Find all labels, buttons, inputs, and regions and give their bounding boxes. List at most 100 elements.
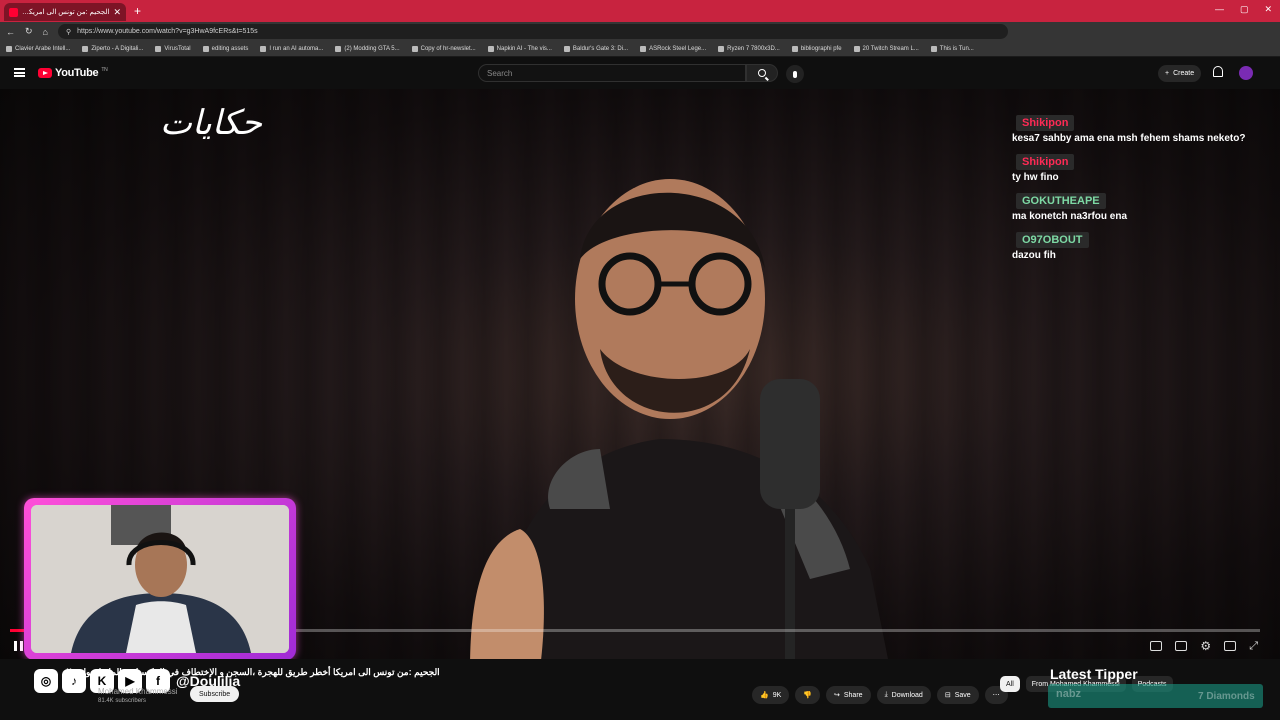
tiktok-icon: ♪	[62, 669, 86, 693]
bookmark-item[interactable]: Ryzen 7 7800x3D...	[718, 45, 780, 52]
instagram-icon: ◎	[34, 669, 58, 693]
search-button[interactable]	[746, 64, 778, 82]
bookmark-favicon-icon	[791, 45, 798, 52]
thumbs-down-icon: 👎	[803, 692, 812, 699]
bookmark-item[interactable]: Clavier Arabe Intell...	[6, 45, 71, 52]
voice-search-button[interactable]	[786, 65, 804, 83]
bookmark-item[interactable]: (2) Modding GTA 5...	[335, 45, 400, 52]
tipper-amount: 7 Diamonds	[1198, 691, 1255, 702]
reload-icon[interactable]: ↻	[25, 26, 33, 37]
chat-username: Shikipon	[1016, 115, 1075, 131]
bookmark-item[interactable]: Baldur's Gate 3: Di...	[563, 45, 629, 52]
bookmark-item[interactable]: This is Tun...	[930, 45, 974, 52]
youtube-favicon-icon	[9, 7, 18, 17]
account-avatar[interactable]	[1239, 66, 1253, 80]
subscribe-button[interactable]: Subscribe	[190, 686, 240, 702]
create-label: Create	[1173, 70, 1195, 77]
plus-icon: +	[1165, 70, 1170, 77]
bookmark-favicon-icon	[563, 45, 570, 52]
share-button[interactable]: ↪ Share	[826, 686, 871, 704]
settings-gear-icon[interactable]: ⚙	[1200, 639, 1211, 653]
close-tab-icon[interactable]: ✕	[113, 7, 121, 18]
address-bar[interactable]: ⚲ https://www.youtube.com/watch?v=g3HwA9…	[57, 24, 1008, 39]
tipper-name: nabz	[1056, 688, 1082, 700]
back-icon[interactable]: ←	[6, 27, 15, 37]
minimize-icon[interactable]: —	[1215, 4, 1224, 15]
save-button[interactable]: ⊟ Save	[936, 686, 979, 704]
dislike-button[interactable]: 👎	[795, 686, 820, 704]
bookmark-item[interactable]: Ziperto - A Digitali...	[82, 45, 143, 52]
bookmarks-bar: Clavier Arabe Intell... Ziperto - A Digit…	[0, 41, 1280, 57]
address-toolbar: ← ↻ ⌂ ⚲ https://www.youtube.com/watch?v=…	[0, 22, 1280, 41]
bookmark-label: I run an AI automa...	[269, 45, 324, 52]
search-input[interactable]: Search	[478, 64, 746, 82]
share-icon: ↪	[834, 692, 840, 699]
browser-tab-bar: الجحيم :من تونس الى امريكا أ... ✕ + — ▢ …	[0, 0, 1280, 22]
bookmark-favicon-icon	[6, 45, 12, 52]
browser-tab[interactable]: الجحيم :من تونس الى امريكا أ... ✕	[4, 3, 126, 21]
autoplay-toggle-icon[interactable]	[1150, 641, 1163, 651]
bookmark-item[interactable]: 20 Twitch Stream L...	[853, 45, 919, 52]
bookmark-item[interactable]: Napkin AI - The vis...	[487, 45, 552, 52]
like-count: 9K	[772, 691, 782, 699]
chat-message: Shikipon kesa7 sahby ama ena msh fehem sh…	[1006, 113, 1276, 144]
download-label: Download	[891, 691, 923, 699]
notifications-bell-icon[interactable]	[1213, 66, 1223, 77]
bookmark-label: Ryzen 7 7800x3D...	[727, 45, 780, 52]
hamburger-menu-icon[interactable]	[14, 68, 25, 77]
subscriber-count: 81.4K subscribers	[98, 698, 147, 704]
site-info-icon[interactable]: ⚲	[66, 28, 71, 36]
video-actions: 👍 9K 👎 ↪ Share ⤓ Download ⊟ Save ⋯	[752, 686, 1008, 704]
bookmark-label: 20 Twitch Stream L...	[862, 45, 919, 52]
bookmark-favicon-icon	[202, 45, 209, 52]
youtube-masthead: YouTube TN Search + Create	[0, 57, 1280, 89]
bookmark-label: Clavier Arabe Intell...	[15, 45, 71, 52]
captions-icon[interactable]	[1175, 641, 1188, 651]
like-button[interactable]: 👍 9K	[752, 686, 790, 704]
chip-all[interactable]: All	[1000, 676, 1020, 692]
close-window-icon[interactable]: ✕	[1264, 4, 1272, 15]
streamer-webcam-frame	[24, 498, 296, 660]
speaker-figure	[470, 179, 888, 659]
save-label: Save	[954, 691, 971, 699]
bookmark-item[interactable]: ASRock Steel Lege...	[640, 45, 706, 52]
chat-message: Shikipon ty hw fino	[1006, 152, 1276, 183]
new-tab-icon[interactable]: +	[134, 4, 141, 18]
chat-text: ma konetch na3rfou ena	[1012, 211, 1128, 222]
theater-mode-icon[interactable]	[1224, 641, 1237, 651]
fullscreen-icon[interactable]: ⤢	[1249, 640, 1258, 653]
player-controls-right: ⚙ ⤢	[1150, 639, 1258, 653]
thumbs-up-icon: 👍	[760, 692, 769, 699]
bookmark-label: bibliographi pfe	[800, 45, 842, 52]
bookmark-favicon-icon	[335, 45, 342, 52]
pause-icon[interactable]	[14, 641, 24, 651]
create-button[interactable]: + Create	[1158, 65, 1202, 82]
chat-username: O97OBOUT	[1016, 232, 1089, 248]
bookmark-label: Baldur's Gate 3: Di...	[572, 45, 629, 52]
bookmark-label: Napkin AI - The vis...	[496, 45, 552, 52]
bookmark-item[interactable]: editing assets	[202, 45, 249, 52]
share-label: Share	[843, 691, 863, 699]
bookmark-item[interactable]: bibliographi pfe	[791, 45, 842, 52]
search-icon	[758, 69, 766, 77]
home-icon[interactable]: ⌂	[43, 27, 48, 37]
bookmark-label: (2) Modding GTA 5...	[344, 45, 400, 52]
mic-icon	[793, 70, 797, 78]
bookmark-label: editing assets	[211, 45, 249, 52]
chat-message: GOKUTHEAPE ma konetch na3rfou ena	[1006, 191, 1276, 222]
bookmark-item[interactable]: VirusTotal	[155, 45, 191, 52]
bookmark-item[interactable]: Copy of hr-newslet...	[411, 45, 476, 52]
youtube-logo[interactable]: YouTube TN	[38, 67, 108, 79]
screen: الجحيم :من تونس الى امريكا أ... ✕ + — ▢ …	[0, 0, 1280, 720]
bookmark-label: This is Tun...	[939, 45, 974, 52]
window-controls: — ▢ ✕	[1215, 4, 1272, 15]
maximize-icon[interactable]: ▢	[1240, 4, 1249, 15]
bookmark-item[interactable]: I run an AI automa...	[260, 45, 324, 52]
download-button[interactable]: ⤓ Download	[876, 686, 931, 704]
bookmark-icon: ⊟	[944, 692, 951, 699]
channel-name[interactable]: Mohamed Khammessi	[98, 687, 178, 696]
streamer-webcam	[31, 505, 289, 653]
chat-text: kesa7 sahby ama ena msh fehem shams neke…	[1012, 133, 1246, 144]
chat-text: ty hw fino	[1012, 172, 1059, 183]
bookmark-label: Copy of hr-newslet...	[420, 45, 476, 52]
